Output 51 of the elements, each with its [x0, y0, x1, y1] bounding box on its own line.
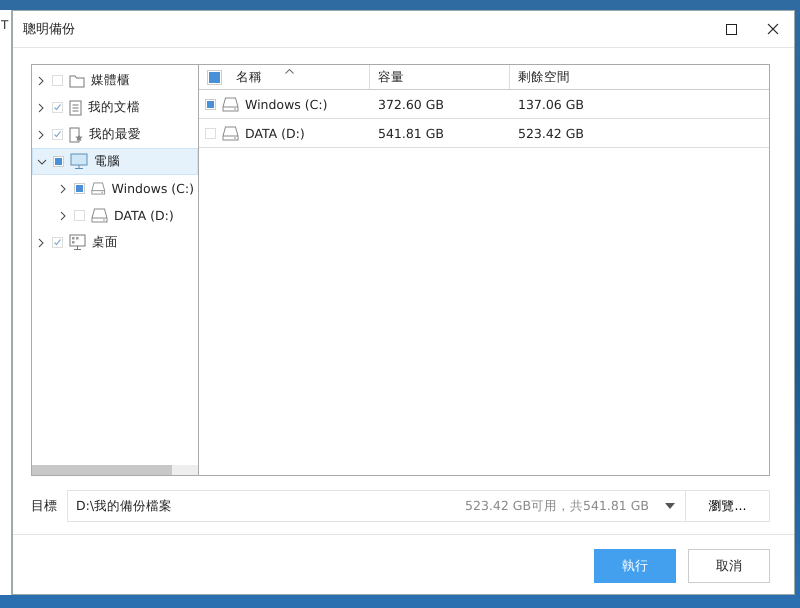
folder-icon: [69, 74, 85, 88]
checkbox[interactable]: [74, 210, 85, 221]
tree-item[interactable]: Windows (C:): [32, 175, 198, 202]
checkbox[interactable]: [52, 102, 63, 113]
chevron-icon[interactable]: [37, 156, 47, 166]
column-header[interactable]: 剩餘空間: [518, 68, 570, 86]
table-cell: 137.06 GB: [518, 96, 584, 112]
browse-button[interactable]: 瀏覽...: [686, 490, 770, 522]
document-star-icon: [69, 126, 83, 142]
tree-item[interactable]: 媒體櫃: [32, 67, 198, 94]
field-label: 目標: [31, 498, 58, 515]
cancel-button[interactable]: 取消: [688, 549, 770, 583]
monitor-icon: [70, 153, 88, 170]
close-icon[interactable]: [767, 23, 779, 35]
scrollbar[interactable]: [32, 465, 198, 475]
table-cell: DATA (D:): [245, 126, 305, 140]
tree-item[interactable]: 我的文檔: [32, 94, 198, 121]
tree-item[interactable]: DATA (D:): [32, 202, 198, 229]
maximize-icon[interactable]: [726, 24, 736, 34]
tree-item[interactable]: 我的最愛: [32, 121, 198, 148]
chevron-icon[interactable]: [36, 238, 46, 248]
drive-icon: [222, 126, 239, 140]
document-icon: [69, 100, 82, 116]
column-header[interactable]: 容量: [378, 68, 404, 86]
chevron-icon[interactable]: [58, 184, 68, 194]
sort-ascending-icon: [285, 69, 294, 74]
table-cell: 541.81 GB: [378, 126, 444, 140]
desktop-icon: [69, 234, 86, 251]
drive-icon: [91, 208, 108, 223]
checkbox[interactable]: [52, 237, 63, 248]
window-title: T: [0, 17, 10, 32]
table-cell: 372.60 GB: [378, 96, 444, 112]
checkbox[interactable]: [52, 75, 63, 86]
chevron-icon[interactable]: [36, 130, 46, 140]
window-title: 聰明備份: [23, 21, 76, 38]
table-row[interactable]: Windows (C:) 372.60 GB 137.06 GB: [199, 90, 769, 119]
table-cell: 523.42 GB: [518, 126, 584, 140]
path-field[interactable]: D:\我的備份檔案 523.42 GB可用，共541.81 GB: [67, 490, 686, 522]
dropdown-icon[interactable]: [665, 503, 675, 509]
tree-item[interactable]: 桌面: [32, 229, 198, 256]
chevron-icon[interactable]: [58, 210, 68, 220]
table-row[interactable]: DATA (D:) 541.81 GB 523.42 GB: [199, 119, 769, 148]
drive-icon: [91, 181, 106, 196]
table-cell: Windows (C:): [245, 96, 328, 112]
drive-icon: [222, 96, 239, 112]
checkbox[interactable]: [52, 129, 63, 140]
checkbox[interactable]: [205, 128, 216, 138]
tree-item[interactable]: 電腦: [32, 148, 198, 175]
chevron-icon[interactable]: [36, 102, 46, 112]
column-header[interactable]: 名稱: [236, 68, 262, 86]
chevron-icon[interactable]: [36, 76, 46, 86]
